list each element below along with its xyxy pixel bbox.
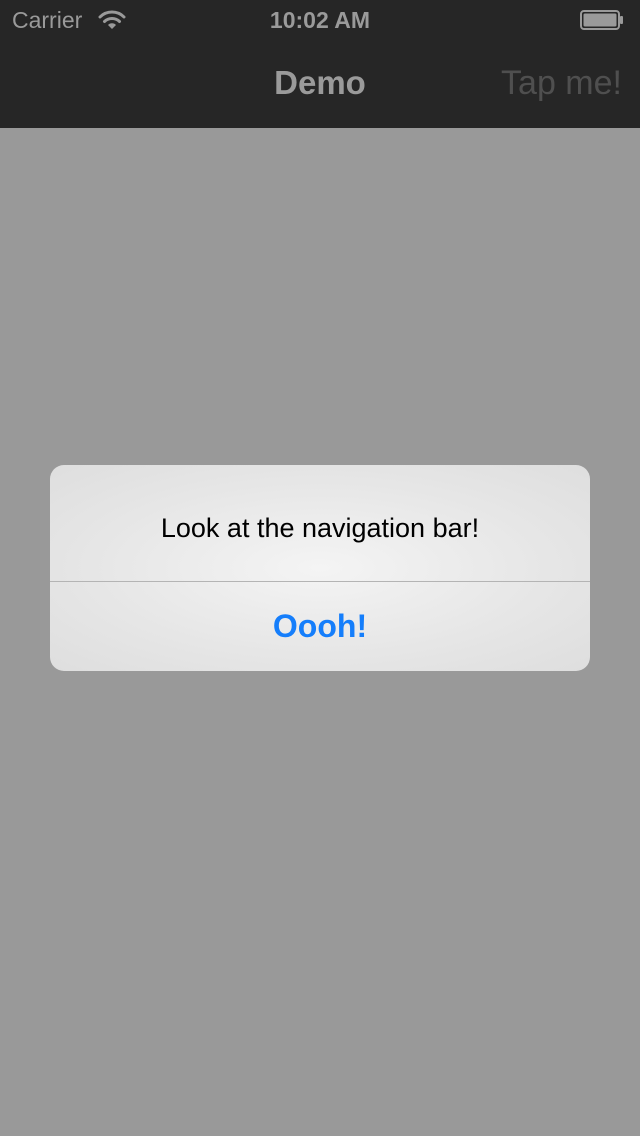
status-time: 10:02 AM [269, 7, 371, 33]
status-bar: Carrier 10:02 AM [0, 0, 640, 40]
alert-ok-button[interactable]: Oooh! [50, 582, 590, 671]
navigation-bar: Demo Tap me! [0, 40, 640, 128]
battery-icon [580, 10, 623, 30]
top-bar: Carrier 10:02 AM Demo Tap me! [0, 0, 640, 128]
alert-dialog: Look at the navigation bar! Oooh! [50, 465, 590, 671]
alert-message: Look at the navigation bar! [160, 513, 480, 543]
tap-me-button[interactable]: Tap me! [501, 64, 622, 103]
app-screen: Carrier 10:02 AM Demo Tap me! Look at th… [0, 0, 640, 1136]
